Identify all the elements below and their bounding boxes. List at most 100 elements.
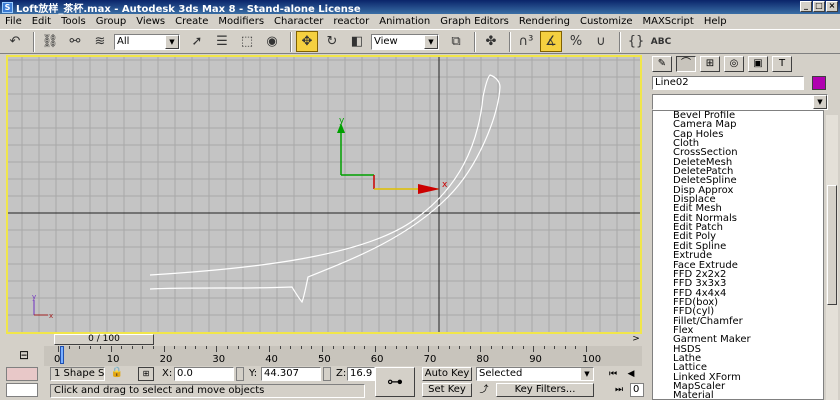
lock-icon[interactable]: 🔒 [110, 367, 124, 381]
mini-curve-editor-icon[interactable]: ⊟ [14, 348, 34, 362]
y-spinner[interactable] [323, 367, 331, 381]
percent-snap-icon[interactable]: % [565, 31, 587, 52]
select-and-link-icon[interactable]: ⛓ [39, 31, 61, 52]
modifier-list-dropdown[interactable]: ▼ [652, 94, 828, 110]
select-and-move-icon[interactable]: ✥ [296, 31, 318, 52]
menu-tools[interactable]: Tools [56, 16, 91, 27]
previous-frame-icon[interactable]: ◀ [624, 367, 638, 381]
angle-snap-icon[interactable]: ∡ [540, 31, 562, 52]
menu-help[interactable]: Help [699, 16, 732, 27]
object-name-field[interactable]: Line02 [652, 76, 804, 90]
menu-create[interactable]: Create [170, 16, 213, 27]
maxscript-listener-input[interactable] [6, 383, 38, 397]
current-frame-marker[interactable] [60, 346, 64, 364]
select-and-rotate-icon[interactable]: ↻ [321, 31, 343, 52]
viewport-perspective[interactable]: y x y x [6, 55, 642, 334]
snap-toggle-icon[interactable]: ∩³ [515, 31, 537, 52]
track-tick-label: 90 [529, 354, 542, 365]
world-axis-tripod: y x [32, 293, 53, 320]
y-coord-field[interactable]: 44.307 [261, 367, 321, 381]
menu-maxscript[interactable]: MAXScript [637, 16, 698, 27]
menu-modifiers[interactable]: Modifiers [213, 16, 269, 27]
menu-graph-editors[interactable]: Graph Editors [435, 16, 514, 27]
minimize-button[interactable]: _ [800, 1, 812, 12]
z-coord-field[interactable]: 16.9 [347, 367, 375, 381]
current-frame-field[interactable]: 0 [630, 383, 644, 397]
track-minor-tick [300, 346, 302, 349]
menu-group[interactable]: Group [91, 16, 131, 27]
key-mode-icon[interactable]: ⏭ [612, 383, 626, 397]
absolute-mode-icon[interactable]: ⊞ [138, 367, 154, 381]
selection-filter-dropdown[interactable]: All ▼ [114, 33, 180, 50]
menu-rendering[interactable]: Rendering [514, 16, 575, 27]
x-coord-field[interactable]: 0.0 [174, 367, 234, 381]
rectangular-selection-icon[interactable]: ⬚ [236, 31, 258, 52]
spinner-snap-icon[interactable]: ∪ [590, 31, 612, 52]
track-minor-tick [374, 346, 376, 352]
object-color-swatch[interactable] [812, 76, 826, 90]
chevron-right-icon[interactable]: > [630, 334, 642, 345]
menu-customize[interactable]: Customize [575, 16, 638, 27]
reference-coordinate-dropdown[interactable]: View ▼ [371, 33, 439, 50]
maximize-button[interactable]: □ [813, 1, 825, 12]
key-filter-selection-dropdown[interactable]: Selected ▼ [476, 367, 594, 381]
toolbar-separator [509, 31, 511, 52]
window-crossing-icon[interactable]: ◉ [261, 31, 283, 52]
selection-filter-value: All [117, 36, 130, 47]
track-minor-tick [153, 346, 155, 349]
pivot-center-icon[interactable]: ⧉ [445, 31, 467, 52]
track-minor-tick [490, 346, 492, 349]
set-key-icon[interactable]: ⊶ [375, 367, 415, 397]
set-key-button[interactable]: Set Key [422, 383, 472, 397]
menu-file[interactable]: File [0, 16, 27, 27]
track-tick-label: 20 [159, 354, 173, 365]
menu-edit[interactable]: Edit [27, 16, 56, 27]
prompt-line: Click and drag to select and move object… [50, 384, 365, 398]
track-minor-tick [533, 346, 535, 352]
key-filters-button[interactable]: Key Filters... [496, 383, 594, 397]
modifier-list-item[interactable]: Fillet/Chamfer [673, 316, 823, 326]
scrollbar-thumb[interactable] [827, 185, 837, 305]
menu-animation[interactable]: Animation [374, 16, 435, 27]
menu-reactor[interactable]: reactor [328, 16, 374, 27]
display-tab-icon[interactable]: ▣ [748, 56, 768, 72]
gizmo-x-arrow[interactable] [418, 184, 440, 194]
unlink-selection-icon[interactable]: ⚯ [64, 31, 86, 52]
time-slider[interactable]: 0 / 100 [54, 334, 154, 345]
go-to-start-icon[interactable]: ⏮ [606, 367, 620, 381]
toolbar-separator [290, 31, 292, 52]
track-minor-tick [248, 346, 250, 349]
track-minor-tick [554, 346, 556, 349]
close-button[interactable]: × [826, 1, 838, 12]
key-tangent-icon[interactable]: ⤴ [477, 383, 491, 397]
create-tab-icon[interactable]: ✎ [652, 56, 672, 72]
auto-key-button[interactable]: Auto Key [422, 367, 472, 381]
select-and-scale-icon[interactable]: ◧ [346, 31, 368, 52]
track-minor-tick [131, 346, 133, 349]
viewport-canvas[interactable]: y x y x [8, 57, 640, 332]
track-tick-label: 60 [370, 354, 384, 365]
motion-tab-icon[interactable]: ◎ [724, 56, 744, 72]
select-by-name-icon[interactable]: ☰ [211, 31, 233, 52]
track-tick-label: 10 [106, 354, 120, 365]
track-bar[interactable]: 0 10 20 30 40 50 60 70 80 90 100 [44, 346, 642, 366]
menu-views[interactable]: Views [131, 16, 170, 27]
bind-to-space-warp-icon[interactable]: ≋ [89, 31, 111, 52]
render-text-icon[interactable]: ABC [650, 31, 672, 52]
hierarchy-tab-icon[interactable]: ⊞ [700, 56, 720, 72]
undo-icon[interactable]: ↶ [4, 31, 26, 52]
utilities-tab-icon[interactable]: T [772, 56, 792, 72]
command-panel-scrollbar[interactable] [826, 115, 838, 400]
menu-character[interactable]: Character [269, 16, 328, 27]
named-selection-icon[interactable]: {} [625, 31, 647, 52]
app-icon[interactable]: S [2, 1, 13, 13]
x-spinner[interactable] [236, 367, 244, 381]
select-object-icon[interactable]: ➚ [186, 31, 208, 52]
maxscript-listener-swatch[interactable] [6, 367, 38, 381]
toolbar-separator [474, 31, 476, 52]
track-tick-label: 50 [318, 354, 331, 365]
select-and-manipulate-icon[interactable]: ✤ [480, 31, 502, 52]
modify-tab-icon[interactable]: ⌒ [676, 56, 696, 72]
modifier-list[interactable]: Bevel Profile Camera Map Cap Holes Cloth Cro… [652, 110, 824, 400]
viewport-grid [8, 57, 640, 332]
